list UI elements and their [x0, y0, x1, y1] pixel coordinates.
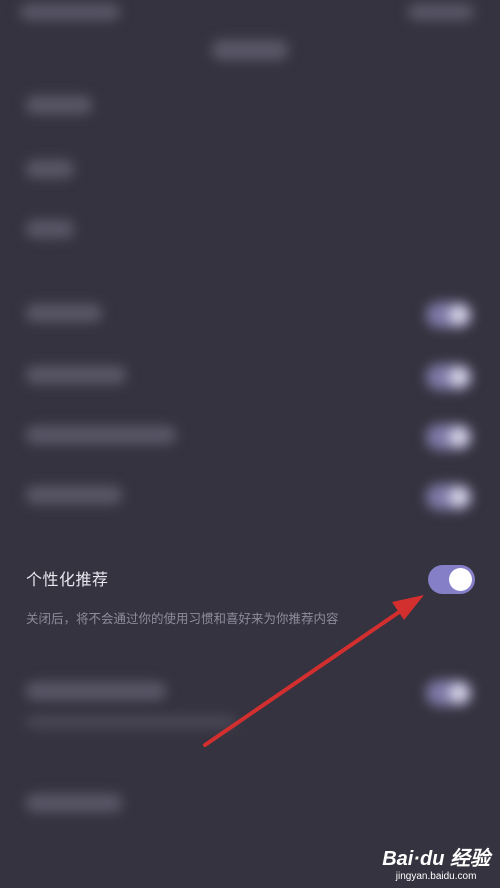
setting-title: 个性化推荐 [26, 570, 109, 589]
blurred-item [26, 304, 102, 322]
watermark-site: jingyan.baidu.com [395, 871, 477, 882]
blurred-header-center [212, 40, 288, 60]
baidu-logo: Bai·du 经验 [382, 848, 490, 870]
blurred-item [26, 96, 92, 114]
blurred-item [26, 160, 74, 178]
blurred-item [26, 486, 122, 504]
blurred-item [26, 220, 74, 238]
blurred-item [26, 716, 236, 728]
baidu-jingyan-watermark: Bai·du 经验 jingyan.baidu.com [382, 842, 490, 882]
blurred-header-right [408, 4, 474, 20]
blurred-toggle [426, 484, 472, 510]
blurred-toggle [426, 364, 472, 390]
blurred-item [26, 366, 126, 384]
blurred-item [26, 426, 176, 444]
blurred-toggle [426, 424, 472, 450]
blurred-toggle [426, 302, 472, 328]
toggle-knob [449, 568, 472, 591]
annotation-arrow [203, 595, 424, 747]
personalized-recommendation-toggle[interactable] [428, 565, 475, 594]
blurred-item [26, 794, 122, 812]
blurred-toggle [426, 680, 472, 706]
setting-description: 关闭后，将不会通过你的使用习惯和喜好来为你推荐内容 [26, 611, 339, 626]
blurred-item [26, 682, 166, 700]
blurred-header-left [20, 4, 120, 20]
